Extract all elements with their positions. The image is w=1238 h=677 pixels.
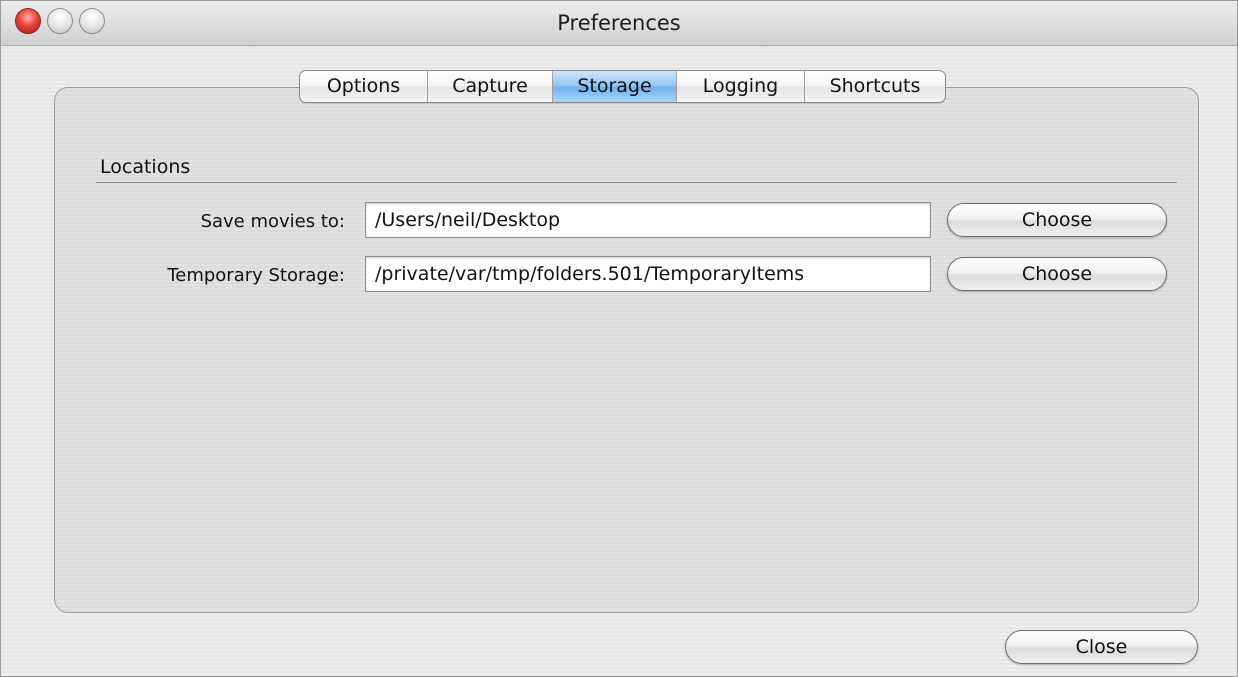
section-divider bbox=[96, 182, 1177, 183]
temporary-storage-label: Temporary Storage: bbox=[167, 265, 345, 286]
save-movies-path-field[interactable]: /Users/neil/Desktop bbox=[365, 202, 931, 238]
choose-save-location-button[interactable]: Choose bbox=[947, 203, 1167, 237]
temporary-storage-path-field[interactable]: /private/var/tmp/folders.501/TemporaryIt… bbox=[365, 256, 931, 292]
locations-heading: Locations bbox=[100, 156, 191, 178]
tab-options[interactable]: Options bbox=[300, 71, 428, 102]
tab-logging[interactable]: Logging bbox=[677, 71, 805, 102]
close-button[interactable]: Close bbox=[1005, 630, 1198, 664]
choose-temporary-storage-button[interactable]: Choose bbox=[947, 257, 1167, 291]
tab-storage[interactable]: Storage bbox=[553, 71, 677, 102]
tab-capture[interactable]: Capture bbox=[428, 71, 553, 102]
preferences-window: Preferences Options Capture Storage Logg… bbox=[0, 0, 1238, 677]
tab-shortcuts[interactable]: Shortcuts bbox=[805, 71, 945, 102]
tab-bar: Options Capture Storage Logging Shortcut… bbox=[299, 70, 946, 103]
tab-panel bbox=[54, 87, 1199, 613]
title-bar: Preferences bbox=[1, 1, 1237, 46]
window-title: Preferences bbox=[557, 11, 681, 35]
save-movies-label: Save movies to: bbox=[200, 211, 345, 232]
